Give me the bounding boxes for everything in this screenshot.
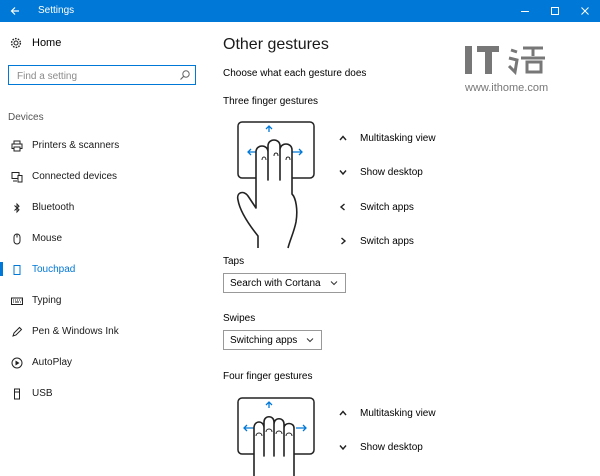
gesture-item: Multitasking view [338, 406, 478, 420]
bluetooth-icon [14, 202, 20, 213]
search-icon[interactable] [179, 69, 191, 81]
chevron-down-icon [330, 281, 337, 286]
sidebar-item-pen[interactable]: Pen & Windows Ink [0, 316, 210, 347]
ithome-logo-icon [465, 46, 545, 76]
watermark: www.ithome.com [465, 42, 585, 97]
back-arrow-icon [10, 7, 19, 15]
close-button[interactable] [570, 0, 600, 22]
home-label: Home [32, 37, 62, 49]
swipes-dropdown-value: Switching apps [230, 334, 298, 346]
group-label-devices: Devices [8, 112, 44, 123]
gesture-item: Show desktop [338, 165, 478, 179]
taps-dropdown[interactable]: Search with Cortana [223, 273, 346, 293]
four-finger-heading: Four finger gestures [223, 371, 313, 382]
chevron-down-icon [339, 170, 347, 176]
search-input[interactable]: Find a setting [17, 71, 77, 82]
maximize-button[interactable] [540, 0, 570, 22]
chevron-up-icon [339, 410, 347, 416]
selection-indicator [0, 262, 3, 276]
mouse-icon [13, 233, 21, 244]
sidebar-item-connected-devices[interactable]: Connected devices [0, 161, 210, 192]
sidebar-item-label: Connected devices [32, 171, 118, 182]
taps-dropdown-value: Search with Cortana [230, 277, 321, 289]
window-title: Settings [38, 5, 75, 16]
swipes-label: Swipes [223, 313, 256, 324]
sidebar-item-label: AutoPlay [32, 357, 73, 368]
sidebar-item-label: Touchpad [32, 264, 76, 275]
connected-devices-icon [11, 171, 23, 182]
gesture-label: Show desktop [360, 441, 423, 453]
home-link[interactable]: Home [10, 37, 61, 49]
gesture-label: Multitasking view [360, 132, 436, 144]
keyboard-icon [11, 297, 23, 305]
chevron-down-icon [339, 445, 347, 451]
sidebar-nav: Printers & scanners Connected devices Bl… [0, 130, 210, 409]
taps-label: Taps [223, 256, 245, 267]
maximize-icon [551, 7, 559, 15]
three-finger-heading: Three finger gestures [223, 96, 319, 107]
sidebar-item-label: USB [32, 388, 53, 399]
page-subtitle: Choose what each gesture does [223, 68, 367, 79]
gesture-item: Show desktop [338, 440, 478, 454]
sidebar-item-label: Mouse [32, 233, 63, 244]
gesture-label: Show desktop [360, 166, 423, 178]
sidebar-item-autoplay[interactable]: AutoPlay [0, 347, 210, 378]
chevron-left-icon [339, 203, 345, 211]
page-title: Other gestures [223, 36, 329, 53]
sidebar-item-label: Printers & scanners [32, 140, 120, 151]
sidebar-item-touchpad[interactable]: Touchpad [0, 254, 210, 285]
usb-icon [14, 388, 20, 399]
chevron-up-icon [339, 135, 347, 141]
watermark-url: www.ithome.com [465, 82, 549, 94]
sidebar-item-typing[interactable]: Typing [0, 285, 210, 316]
chevron-right-icon [341, 237, 347, 245]
four-finger-hand-illustration [237, 397, 315, 476]
three-finger-hand-illustration [236, 121, 315, 249]
gesture-item: Switch apps [338, 200, 478, 214]
minimize-icon [521, 11, 529, 12]
search-box[interactable]: Find a setting [8, 65, 196, 85]
pen-icon [12, 326, 23, 337]
sidebar-item-mouse[interactable]: Mouse [0, 223, 210, 254]
gesture-item: Switch apps [338, 234, 478, 248]
close-icon [581, 7, 589, 15]
minimize-button[interactable] [510, 0, 540, 22]
sidebar-item-label: Typing [32, 295, 62, 306]
gear-icon [10, 37, 22, 49]
title-bar: Settings [0, 0, 600, 22]
sidebar-item-label: Bluetooth [32, 202, 75, 213]
printer-icon [11, 140, 23, 151]
sidebar-item-usb[interactable]: USB [0, 378, 210, 409]
sidebar-item-label: Pen & Windows Ink [32, 326, 119, 337]
gesture-label: Switch apps [360, 201, 414, 213]
gesture-item: Multitasking view [338, 131, 478, 145]
sidebar: Home Find a setting Devices Printers & s… [0, 22, 210, 476]
sidebar-item-printers[interactable]: Printers & scanners [0, 130, 210, 161]
back-button[interactable] [0, 0, 30, 22]
chevron-down-icon [306, 338, 314, 343]
sidebar-item-bluetooth[interactable]: Bluetooth [0, 192, 210, 223]
gesture-label: Switch apps [360, 235, 414, 247]
touchpad-icon [13, 264, 21, 275]
gesture-label: Multitasking view [360, 407, 436, 419]
autoplay-icon [11, 357, 23, 368]
swipes-dropdown[interactable]: Switching apps [223, 330, 323, 350]
